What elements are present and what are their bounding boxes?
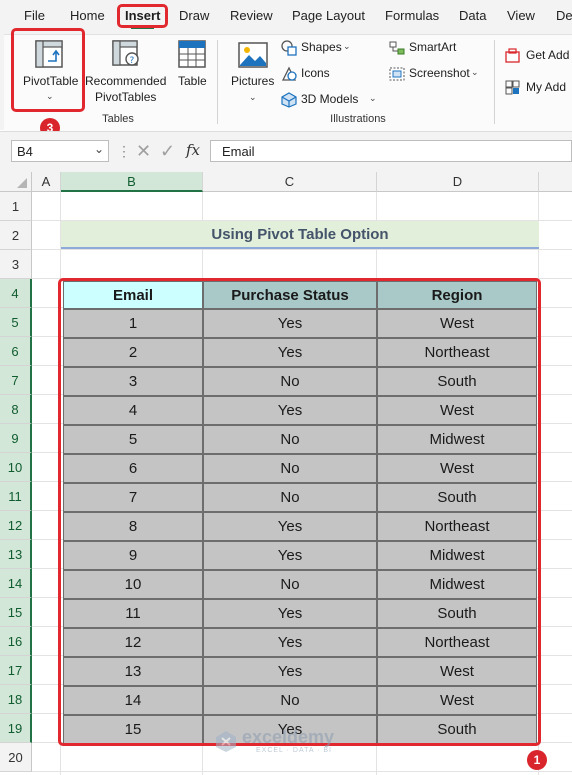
row-header[interactable]: 14 bbox=[0, 569, 32, 598]
pictures-icon bbox=[238, 42, 268, 68]
get-addins-label: Get Add bbox=[526, 48, 570, 62]
gridline bbox=[32, 771, 572, 772]
shapes-button[interactable]: Shapes ⌄ bbox=[281, 39, 361, 57]
shapes-chevron-icon: ⌄ bbox=[343, 41, 351, 51]
gridline bbox=[32, 249, 572, 250]
ribbon-separator bbox=[494, 40, 495, 124]
recommended-label-line2: PivotTables bbox=[95, 90, 157, 104]
row-header[interactable]: 20 bbox=[0, 743, 32, 772]
column-header-c[interactable]: C bbox=[203, 172, 377, 192]
exceldemy-logo-icon bbox=[216, 731, 236, 752]
step-1-badge: 1 bbox=[527, 750, 547, 770]
ribbon-tab-bar: File Home Insert Draw Review Page Layout… bbox=[0, 0, 572, 32]
row-header[interactable]: 3 bbox=[0, 250, 32, 279]
get-addins-button[interactable]: Get Add bbox=[505, 47, 572, 65]
column-header-a[interactable]: A bbox=[32, 172, 61, 192]
tables-group-label: Tables bbox=[102, 113, 134, 125]
name-box[interactable]: B4 ⌄ bbox=[11, 140, 109, 162]
row-header[interactable]: 10 bbox=[0, 453, 32, 482]
screenshot-chevron-icon: ⌄ bbox=[471, 67, 479, 77]
tab-page-layout[interactable]: Page Layout bbox=[292, 0, 365, 32]
name-box-chevron-icon[interactable]: ⌄ bbox=[94, 142, 104, 156]
screenshot-icon bbox=[389, 67, 405, 81]
tab-draw[interactable]: Draw bbox=[179, 0, 209, 32]
recommended-label-line1: Recommended bbox=[85, 74, 167, 88]
row-header[interactable]: 18 bbox=[0, 685, 32, 714]
smartart-icon bbox=[389, 41, 405, 55]
column-header-b[interactable]: B bbox=[61, 172, 203, 192]
sheet-title[interactable]: Using Pivot Table Option bbox=[61, 221, 539, 249]
select-all-corner[interactable] bbox=[0, 172, 32, 192]
row-header[interactable]: 2 bbox=[0, 221, 32, 250]
pictures-button[interactable]: Pictures ⌄ bbox=[229, 34, 277, 106]
table-label: Table bbox=[178, 74, 207, 88]
formula-value: Email bbox=[222, 144, 255, 159]
svg-text:?: ? bbox=[130, 56, 135, 66]
3d-models-button[interactable]: 3D Models ⌄ bbox=[281, 91, 381, 109]
icons-button[interactable]: Icons bbox=[281, 65, 351, 83]
row-header[interactable]: 1 bbox=[0, 192, 32, 221]
column-header-e[interactable] bbox=[539, 172, 572, 192]
row-header[interactable]: 9 bbox=[0, 424, 32, 453]
cancel-icon[interactable]: ✕ bbox=[136, 141, 151, 162]
my-addins-button[interactable]: My Add bbox=[505, 79, 572, 97]
tab-review[interactable]: Review bbox=[230, 0, 273, 32]
addins-icon bbox=[505, 80, 520, 95]
column-header-d[interactable]: D bbox=[377, 172, 539, 192]
recommended-pivottables-button[interactable]: ? Recommended PivotTables bbox=[85, 34, 167, 106]
row-header[interactable]: 8 bbox=[0, 395, 32, 424]
shapes-icon bbox=[281, 40, 297, 56]
illustrations-group-label: Illustrations bbox=[330, 113, 386, 125]
enter-icon[interactable]: ✓ bbox=[160, 141, 175, 162]
row-header[interactable]: 13 bbox=[0, 540, 32, 569]
icons-icon bbox=[281, 66, 297, 81]
formula-input[interactable]: Email bbox=[210, 140, 572, 162]
icons-label: Icons bbox=[301, 66, 330, 80]
watermark-tagline: EXCEL · DATA · BI bbox=[256, 747, 332, 754]
table-icon bbox=[178, 40, 206, 68]
screenshot-label: Screenshot bbox=[409, 66, 470, 80]
cube-icon bbox=[281, 92, 297, 108]
row-header[interactable]: 11 bbox=[0, 482, 32, 511]
row-header[interactable]: 15 bbox=[0, 598, 32, 627]
3d-models-chevron-icon: ⌄ bbox=[369, 93, 377, 103]
tab-data[interactable]: Data bbox=[459, 0, 486, 32]
insert-function-icon[interactable]: fx bbox=[186, 141, 200, 159]
3d-models-label: 3D Models bbox=[301, 92, 359, 106]
smartart-label: SmartArt bbox=[409, 40, 457, 54]
my-addins-label: My Add bbox=[526, 80, 567, 94]
tab-view[interactable]: View bbox=[507, 0, 535, 32]
row-header[interactable]: 19 bbox=[0, 714, 32, 743]
tab-formulas[interactable]: Formulas bbox=[385, 0, 439, 32]
row-header[interactable]: 17 bbox=[0, 656, 32, 685]
formula-bar-more-icon[interactable]: ⋮ bbox=[117, 143, 132, 160]
name-box-value: B4 bbox=[17, 144, 33, 159]
insert-tab-highlight bbox=[117, 4, 168, 28]
row-header[interactable]: 6 bbox=[0, 337, 32, 366]
watermark-name: exceldemy bbox=[242, 727, 335, 747]
shapes-label: Shapes bbox=[301, 40, 342, 54]
row-header[interactable]: 5 bbox=[0, 308, 32, 337]
row-header[interactable]: 16 bbox=[0, 627, 32, 656]
ribbon-separator bbox=[217, 40, 218, 124]
row-header[interactable]: 7 bbox=[0, 366, 32, 395]
screenshot-button[interactable]: Screenshot ⌄ bbox=[389, 65, 489, 83]
recommended-pivottables-icon: ? bbox=[112, 40, 139, 66]
row-header[interactable]: 4 bbox=[0, 279, 32, 308]
table-button[interactable]: Table bbox=[172, 34, 212, 94]
pictures-chevron-icon: ⌄ bbox=[249, 92, 257, 102]
row-header[interactable]: 12 bbox=[0, 511, 32, 540]
select-all-icon bbox=[17, 178, 27, 188]
smartart-button[interactable]: SmartArt bbox=[389, 39, 469, 57]
data-range-highlight bbox=[58, 278, 541, 746]
watermark: exceldemy EXCEL · DATA · BI bbox=[214, 727, 364, 755]
tab-developer[interactable]: Dev bbox=[556, 0, 572, 32]
pictures-label: Pictures bbox=[231, 74, 275, 88]
pivot-table-highlight bbox=[11, 28, 85, 112]
store-icon bbox=[505, 48, 520, 63]
